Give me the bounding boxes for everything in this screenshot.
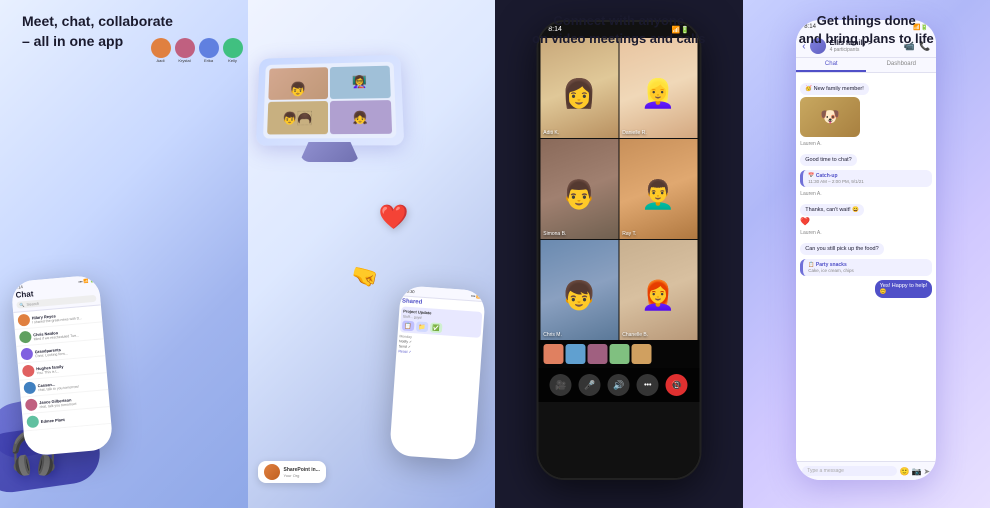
- chat-tabs: Chat Dashboard: [796, 58, 936, 73]
- video-grid: 👩 Aditi K. 👱‍♀️ Danielle R. 👨 Simona B.: [540, 38, 697, 340]
- video-cell-2: 👱‍♀️ Danielle R.: [619, 38, 697, 138]
- video-cell-5: 👦 Chris M.: [540, 240, 618, 340]
- video-cell-6: 👩‍🦰 Chanelle B.: [619, 240, 697, 340]
- panel-plans-title: Get things done and bring plans to life: [743, 12, 990, 48]
- panel-video: Connect with anyone on video meetings an…: [495, 0, 743, 508]
- mic-button[interactable]: 🎤: [579, 374, 601, 396]
- input-icons: 🙂 📷 ➤: [900, 467, 931, 476]
- message-input[interactable]: Type a message: [802, 466, 896, 476]
- message-new-member: 🥳 New family member! 🐶: [800, 77, 932, 137]
- fist-emoji: 🤜: [349, 261, 382, 293]
- message-chat-time: Lauren A. Good time to chat?: [800, 141, 932, 166]
- message-food: Lauren A. Can you still pick up the food…: [800, 230, 932, 255]
- panel-chat-title: Meet, chat, collaborate – all in one app: [10, 12, 185, 51]
- video-cell-4: 👨‍🦱 Ray T.: [619, 139, 697, 239]
- emoji-icon[interactable]: 🙂: [900, 467, 910, 476]
- speaker-button[interactable]: 🔊: [608, 374, 630, 396]
- tab-chat[interactable]: Chat: [796, 58, 866, 72]
- profile-card: SharePoint in... Your Org: [258, 461, 326, 483]
- phone-plans-frame: 8:14 📶🔋 ‹ Ellis family > 4 participants …: [796, 20, 936, 480]
- tab-dashboard[interactable]: Dashboard: [866, 58, 936, 72]
- video-cell-1: 👩 Aditi K.: [540, 38, 618, 138]
- list-card: 📋 Party snacks Cake, ice cream, chips: [800, 259, 932, 276]
- panel-video-title: Connect with anyone on video meetings an…: [495, 12, 743, 48]
- send-icon[interactable]: ➤: [924, 467, 931, 476]
- chat-messages: 🥳 New family member! 🐶 Lauren A. Good ti…: [796, 73, 936, 428]
- camera-icon[interactable]: 📷: [912, 467, 922, 476]
- screen-stand: [300, 142, 360, 162]
- dog-photo: 🐶: [800, 97, 860, 137]
- panel-plans: Get things done and bring plans to life …: [743, 0, 990, 508]
- participant-thumbnails: [538, 340, 699, 368]
- phone-mockup-collaborate: 10:30 ▪▪▪ 📶 Shared Project Update Stuff.…: [389, 285, 486, 461]
- message-reply: Yes! Happy to help!😊: [800, 280, 932, 298]
- heart-emoji: ❤️: [379, 203, 409, 232]
- video-cell-3: 👨 Simona B.: [540, 139, 618, 239]
- message-input-bar: Type a message 🙂 📷 ➤: [796, 461, 936, 480]
- chat-list: Hilary Reyes I shared the great news wit…: [13, 305, 111, 431]
- more-button[interactable]: •••: [637, 374, 659, 396]
- message-thanks: Lauren A. Thanks, can't wait! 😄 ❤️: [800, 191, 932, 226]
- panel-chat: 🎧 Meet, chat, collaborate – all in one a…: [0, 0, 248, 508]
- panel-collaborate: 👦 👩‍🏫 👦‍🦱 👧 10:30 ▪▪▪ 📶 Shared: [248, 0, 496, 508]
- call-controls: 🎥 🎤 🔊 ••• 📵: [538, 368, 699, 402]
- event-card: 📅 Catch-up 11:30 AM – 2:00 PM, 9/1/21: [800, 170, 932, 187]
- phone-video-frame: 8:14 📶🔋 👩 Aditi K. 👱‍♀️ Danielle R.: [536, 20, 701, 480]
- video-button[interactable]: 🎥: [550, 374, 572, 396]
- floating-screen: 👦 👩‍🏫 👦‍🦱 👧: [255, 55, 403, 146]
- phone-mockup-chat: 8:14 ▪▪▪ 📶 🔋 Chat 🔍 Search Hilary Reyes …: [11, 274, 114, 456]
- end-call-button[interactable]: 📵: [666, 374, 688, 396]
